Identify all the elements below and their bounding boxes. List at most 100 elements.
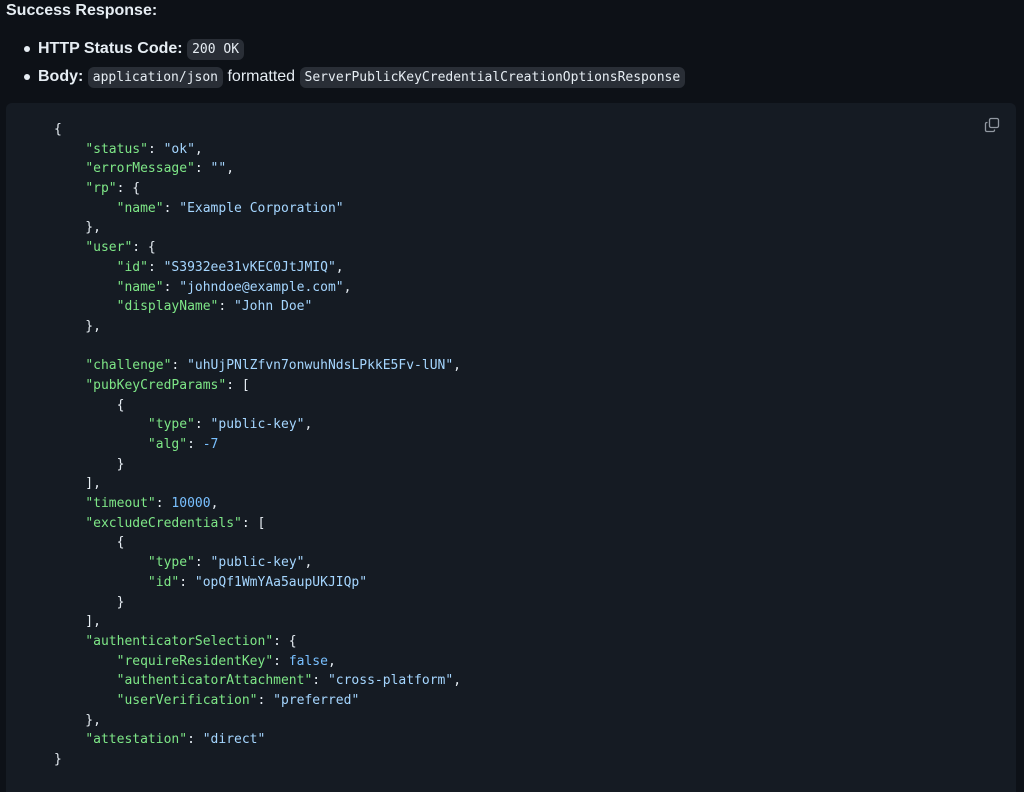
- json-punctuation: :: [273, 653, 289, 669]
- json-punctuation: :: [194, 161, 211, 177]
- json-punctuation: [54, 654, 117, 669]
- json-string: "public-key": [210, 417, 305, 433]
- json-key: "pubKeyCredParams": [85, 377, 227, 393]
- json-string: "preferred": [273, 692, 360, 708]
- json-key: "challenge": [85, 358, 172, 374]
- json-string: "johndoe@example.com": [179, 279, 344, 295]
- json-key: "errorMessage": [85, 161, 195, 177]
- status-code-value: 200 OK: [187, 39, 245, 60]
- code-line: "timeout": 10000,: [54, 494, 461, 514]
- json-punctuation: [54, 732, 85, 747]
- bullet-icon: [24, 46, 30, 52]
- json-boolean: false: [288, 653, 328, 669]
- json-punctuation: :: [147, 141, 164, 157]
- content-type-value: application/json: [87, 67, 224, 88]
- json-number: 10000: [171, 496, 211, 512]
- json-punctuation: [54, 516, 85, 531]
- body-connector-text: formatted: [227, 68, 296, 85]
- code-line: "requireResidentKey": false,: [54, 652, 461, 672]
- json-punctuation: :: [155, 496, 172, 512]
- json-punctuation: :: [171, 358, 188, 374]
- json-punctuation: :: [163, 200, 180, 216]
- json-punctuation: : {: [273, 633, 297, 649]
- code-line: ],: [54, 474, 461, 494]
- json-key: "name": [116, 200, 164, 216]
- code-line: ],: [54, 612, 461, 632]
- json-punctuation: [54, 417, 148, 432]
- code-line: "challenge": "uhUjPNlZfvn7onwuhNdsLPkkE5…: [54, 356, 461, 376]
- json-string: "ok": [163, 141, 195, 157]
- json-punctuation: :: [187, 437, 203, 452]
- json-punctuation: :: [163, 279, 180, 295]
- code-line: "userVerification": "preferred": [54, 691, 461, 711]
- json-key: "timeout": [85, 496, 156, 512]
- json-punctuation: }: [54, 594, 125, 610]
- json-key: "id": [147, 574, 180, 590]
- copy-icon: [984, 117, 1000, 133]
- json-punctuation: ],: [54, 614, 101, 630]
- code-line: "authenticatorSelection": {: [54, 632, 461, 652]
- json-punctuation: ,: [210, 496, 219, 512]
- json-key: "user": [85, 240, 133, 256]
- code-line: "name": "johndoe@example.com",: [54, 278, 461, 298]
- copy-button[interactable]: [976, 109, 1008, 141]
- json-key: "excludeCredentials": [85, 515, 242, 531]
- json-string: "opQf1WmYAa5aupUKJIQp": [194, 574, 368, 590]
- json-punctuation: : {: [116, 181, 141, 197]
- code-line: "user": {: [54, 238, 461, 258]
- json-punctuation: [54, 634, 85, 649]
- json-punctuation: [54, 496, 85, 511]
- json-punctuation: }: [54, 752, 62, 767]
- json-key: "type": [147, 417, 195, 433]
- json-string: "public-key": [210, 555, 305, 571]
- body-label: Body:: [38, 68, 84, 85]
- json-key: "userVerification": [116, 692, 258, 708]
- code-line: {: [54, 533, 461, 553]
- json-key: "requireResidentKey": [116, 653, 274, 669]
- json-key: "id": [116, 259, 148, 275]
- code-line: "displayName": "John Doe": [54, 297, 461, 317]
- code-line: {: [54, 396, 461, 416]
- json-punctuation: [54, 142, 85, 157]
- json-punctuation: ,: [226, 161, 235, 177]
- json-number: -7: [202, 437, 219, 452]
- bullet-icon: [24, 74, 30, 80]
- json-punctuation: : {: [132, 240, 156, 256]
- code-line: }: [54, 593, 461, 613]
- json-string: "S3932ee31vKEC0JtJMIQ": [163, 259, 336, 275]
- code-line: "type": "public-key",: [54, 415, 461, 435]
- json-punctuation: {: [54, 122, 62, 137]
- json-string: "": [210, 161, 227, 177]
- json-string: "direct": [202, 732, 266, 748]
- json-punctuation: :: [187, 732, 203, 748]
- json-string: "uhUjPNlZfvn7onwuhNdsLPkkE5Fv-lUN": [187, 358, 454, 374]
- json-key: "status": [85, 141, 148, 157]
- json-string: "John Doe": [234, 299, 313, 315]
- code-line: "pubKeyCredParams": [: [54, 376, 461, 396]
- page: Success Response: HTTP Status Code: 200 …: [0, 0, 1024, 792]
- response-details-list: HTTP Status Code: 200 OK Body: applicati…: [22, 36, 686, 92]
- json-punctuation: {: [54, 397, 125, 413]
- json-key: "type": [147, 555, 195, 571]
- json-key: "authenticatorAttachment": [116, 673, 313, 689]
- json-punctuation: ,: [327, 653, 336, 669]
- code-line: "name": "Example Corporation": [54, 199, 461, 219]
- json-punctuation: ,: [304, 555, 313, 571]
- json-punctuation: [54, 260, 117, 275]
- json-punctuation: [54, 201, 117, 216]
- json-punctuation: : [: [226, 377, 250, 393]
- json-key: "alg": [147, 437, 188, 452]
- code-line: "errorMessage": "",: [54, 159, 461, 179]
- json-punctuation: ,: [304, 417, 313, 433]
- json-punctuation: :: [257, 692, 274, 708]
- section-title: Success Response:: [6, 2, 158, 19]
- code-line: },: [54, 317, 461, 337]
- json-key: "name": [116, 279, 164, 295]
- json-punctuation: [54, 437, 148, 452]
- code-line: "excludeCredentials": [: [54, 514, 461, 534]
- list-item-body: Body: application/json formatted ServerP…: [22, 64, 686, 92]
- json-punctuation: [54, 673, 117, 688]
- json-string: "Example Corporation": [179, 200, 344, 216]
- code-line: "status": "ok",: [54, 140, 461, 160]
